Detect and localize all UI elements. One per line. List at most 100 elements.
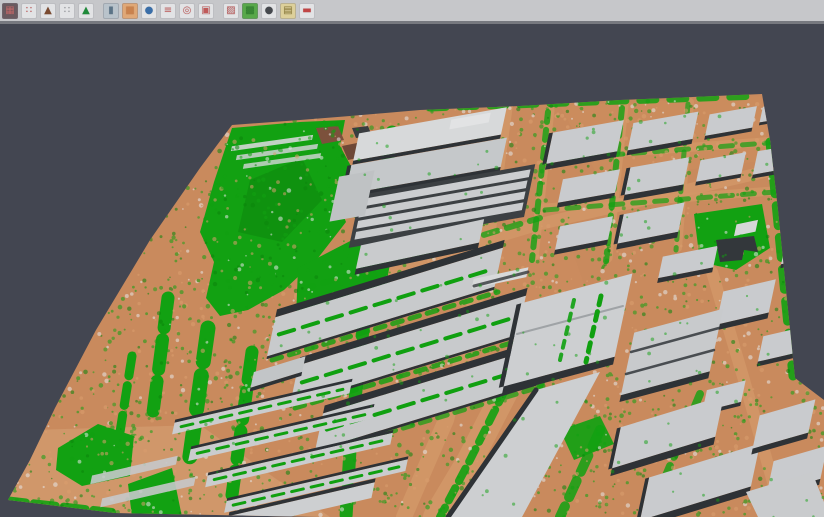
point	[71, 390, 75, 394]
point	[409, 483, 411, 485]
point	[768, 262, 770, 264]
point	[260, 255, 264, 259]
point	[212, 237, 216, 241]
point	[161, 379, 163, 381]
point	[442, 454, 445, 457]
point	[617, 479, 620, 482]
point	[715, 307, 717, 309]
point	[597, 277, 601, 281]
point	[389, 216, 392, 219]
point	[572, 424, 575, 427]
point	[749, 403, 752, 406]
measure-yellow-button[interactable]: ▤	[280, 3, 296, 19]
point	[697, 204, 699, 206]
point	[585, 400, 588, 403]
point-cloud-render	[0, 27, 824, 517]
flag-red-button[interactable]: ▬	[299, 3, 315, 19]
point	[213, 198, 216, 201]
point	[758, 345, 760, 347]
point	[238, 179, 240, 181]
point	[208, 380, 212, 384]
point	[703, 111, 706, 114]
point	[686, 279, 688, 281]
point	[104, 379, 109, 384]
point	[551, 378, 555, 382]
point	[64, 481, 68, 485]
point	[485, 489, 489, 493]
point	[185, 226, 187, 228]
point	[455, 492, 457, 494]
point	[267, 227, 269, 229]
checker-red-button[interactable]: ▨	[223, 3, 239, 19]
point	[516, 147, 518, 149]
point	[240, 156, 243, 159]
point	[235, 396, 239, 400]
point	[537, 491, 540, 494]
point	[377, 273, 381, 277]
profile-panel-button[interactable]: ▮	[103, 3, 119, 19]
point	[710, 186, 712, 188]
point	[566, 125, 570, 129]
point	[675, 151, 678, 154]
point	[714, 198, 718, 202]
globe-3d-button[interactable]: ●	[141, 3, 157, 19]
target-circle-button[interactable]: ◎	[179, 3, 195, 19]
point	[748, 397, 752, 401]
point	[289, 146, 292, 149]
ortho-view-button[interactable]: ■	[122, 3, 138, 19]
point	[527, 238, 530, 241]
point	[592, 114, 596, 118]
point	[574, 166, 577, 169]
camera-dark-button[interactable]: ●	[261, 3, 277, 19]
point	[544, 272, 548, 276]
point	[268, 479, 271, 482]
point	[606, 379, 608, 381]
point	[280, 285, 283, 288]
point	[181, 282, 183, 284]
point	[182, 208, 184, 210]
point	[353, 459, 357, 463]
point	[224, 386, 227, 389]
point	[279, 149, 283, 153]
point	[601, 492, 605, 496]
point	[776, 250, 780, 254]
point	[389, 272, 391, 274]
point	[133, 381, 135, 383]
points-gray-button[interactable]: ∷	[59, 3, 75, 19]
point	[373, 335, 376, 338]
scatter-points-button[interactable]: ∷	[21, 3, 37, 19]
point	[299, 177, 302, 180]
point	[269, 257, 272, 260]
point	[735, 274, 738, 277]
point	[645, 104, 647, 106]
point	[150, 430, 153, 433]
point	[577, 486, 579, 488]
point	[553, 187, 555, 189]
point	[544, 198, 548, 202]
terrain-brown-button[interactable]: ▲	[40, 3, 56, 19]
point	[712, 221, 715, 224]
point	[326, 301, 330, 305]
point	[41, 455, 45, 459]
viewport-3d[interactable]	[0, 27, 824, 517]
point	[644, 274, 646, 276]
point	[338, 147, 342, 151]
point	[409, 226, 412, 229]
point	[606, 397, 610, 401]
point	[633, 103, 637, 107]
point	[75, 424, 77, 426]
point	[184, 376, 187, 379]
point	[702, 124, 705, 127]
class-palette-button[interactable]: ▩	[242, 3, 258, 19]
point	[743, 335, 746, 338]
section-lines-button[interactable]: ≡	[160, 3, 176, 19]
point	[700, 193, 703, 196]
point	[167, 279, 169, 281]
point	[426, 430, 430, 434]
terrain-green-button[interactable]: ▲	[78, 3, 94, 19]
point	[268, 262, 272, 266]
zoom-extents-button[interactable]: ▣	[198, 3, 214, 19]
point	[719, 281, 721, 283]
point	[649, 140, 653, 144]
classify-dark-button[interactable]: ▦	[2, 3, 18, 19]
